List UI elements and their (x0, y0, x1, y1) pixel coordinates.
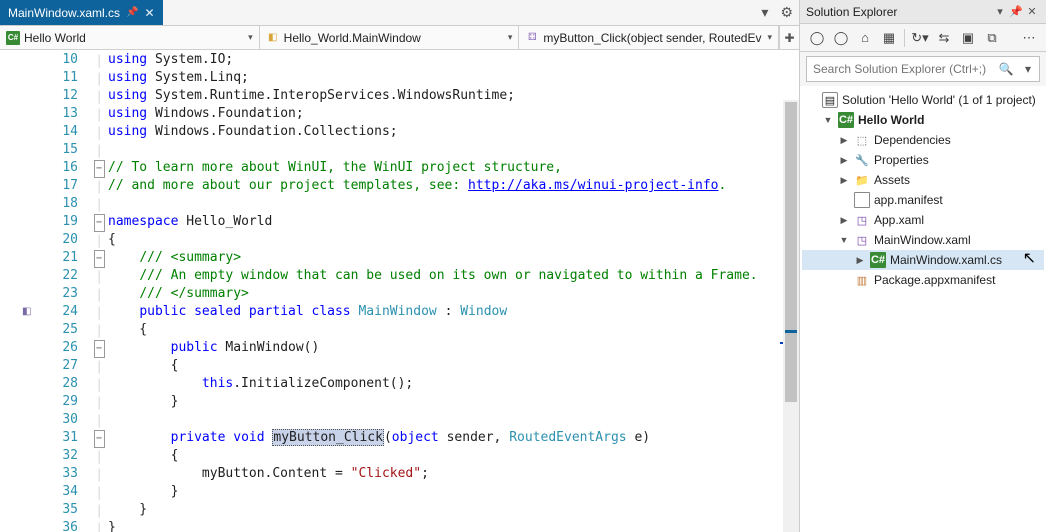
tree-label: Hello World (858, 113, 924, 127)
search-options-icon[interactable]: ▾ (1017, 62, 1039, 76)
tree-node[interactable]: ▼ ◳ MainWindow.xaml (802, 230, 1044, 250)
back-button[interactable]: ◯ (806, 27, 828, 49)
chevron-down-icon: ▾ (248, 32, 253, 43)
expand-closed-icon[interactable]: ▶ (838, 155, 850, 166)
close-icon[interactable]: ✕ (1024, 5, 1040, 18)
solution-explorer: Solution Explorer ▾ 📌 ✕ ◯ ◯ ⌂ ▦ ↻▾ ⇆ ▣ ⧉… (800, 0, 1046, 532)
tree-node[interactable]: ▥ Package.appxmanifest (802, 270, 1044, 290)
crumb-member[interactable]: ⚃ myButton_Click(object sender, RoutedEv… (519, 26, 779, 49)
tree-node[interactable]: ▶ 🔧 Properties (802, 150, 1044, 170)
sln-icon: ▤ (822, 92, 838, 108)
fold-toggle[interactable]: − (94, 430, 105, 448)
expand-closed-icon[interactable]: ▶ (838, 215, 850, 226)
navigation-bar: C# Hello World ▾ ◧ Hello_World.MainWindo… (0, 26, 799, 50)
crumb-label: myButton_Click(object sender, RoutedEv (543, 31, 761, 45)
crumb-project[interactable]: C# Hello World ▾ (0, 26, 260, 49)
fold-toggle[interactable]: − (94, 340, 105, 358)
indicator-margin: ◧ (0, 50, 38, 532)
crumb-label: Hello_World.MainWindow (284, 31, 421, 45)
prop-icon: 🔧 (854, 152, 870, 168)
csharp-icon: C# (6, 31, 20, 45)
tree-label: Package.appxmanifest (874, 273, 995, 287)
expand-closed-icon[interactable]: ▶ (838, 135, 850, 146)
tree-node[interactable]: ▤ Solution 'Hello World' (1 of 1 project) (802, 90, 1044, 110)
tree-node[interactable]: ▶ 📁 Assets (802, 170, 1044, 190)
solution-toolbar: ◯ ◯ ⌂ ▦ ↻▾ ⇆ ▣ ⧉ ⋯ (800, 24, 1046, 52)
pending-changes-button[interactable]: ↻▾ (909, 27, 931, 49)
expand-closed-icon[interactable]: ▶ (854, 255, 866, 266)
tree-node[interactable]: ▶ ◳ App.xaml (802, 210, 1044, 230)
expand-open-icon[interactable]: ▼ (838, 235, 850, 245)
tree-label: Assets (874, 173, 910, 187)
search-input[interactable] (807, 62, 995, 76)
xaml-icon: ◳ (854, 212, 870, 228)
scroll-mark (785, 330, 797, 333)
chevron-down-icon: ▾ (767, 32, 772, 43)
editor-tab[interactable]: MainWindow.xaml.cs 📌 ✕ (0, 0, 163, 25)
crumb-label: Hello World (24, 31, 86, 45)
crumb-class[interactable]: ◧ Hello_World.MainWindow ▾ (260, 26, 520, 49)
outlining-margin[interactable]: ││││││−││−│−││││−││││−││││││ (90, 50, 108, 532)
code-editor[interactable]: ◧ 10111213141516171819202122232425262728… (0, 50, 799, 532)
preview-toggle-icon[interactable]: ▾ (755, 4, 774, 21)
pin-icon[interactable]: 📌 (1008, 5, 1024, 18)
line-number-gutter: 1011121314151617181920212223242526272829… (38, 50, 90, 532)
code-text[interactable]: using System.IO;using System.Linq;using … (108, 50, 799, 532)
cs-icon: C# (870, 252, 886, 268)
expand-closed-icon[interactable]: ▶ (838, 175, 850, 186)
chevron-down-icon: ▾ (508, 32, 513, 43)
tree-node[interactable]: ▼ C# Hello World (802, 110, 1044, 130)
settings-icon[interactable]: ⚙ (774, 4, 799, 21)
method-icon: ⚃ (525, 31, 539, 45)
xaml-icon: ◳ (854, 232, 870, 248)
tree-label: MainWindow.xaml (874, 233, 971, 247)
editor-pane: MainWindow.xaml.cs 📌 ✕ ▾ ⚙ C# Hello Worl… (0, 0, 800, 532)
more-options-button[interactable]: ⋯ (1018, 27, 1040, 49)
expand-open-icon[interactable]: ▼ (822, 115, 834, 125)
split-editor-button[interactable]: ✚ (779, 26, 799, 49)
bookmark-icon: ◧ (22, 306, 31, 317)
pkg-icon: ▥ (854, 272, 870, 288)
sync-button[interactable]: ⇆ (933, 27, 955, 49)
tab-title: MainWindow.xaml.cs (8, 6, 120, 20)
close-icon[interactable]: ✕ (144, 6, 154, 20)
pin-icon[interactable]: 📌 (126, 7, 138, 18)
tree-label: Solution 'Hello World' (1 of 1 project) (842, 93, 1036, 107)
fold-toggle[interactable]: − (94, 214, 105, 232)
tree-node[interactable]: ▶ ⬚ Dependencies (802, 130, 1044, 150)
switch-views-button[interactable]: ▦ (878, 27, 900, 49)
tree-label: App.xaml (874, 213, 924, 227)
ref-icon: ⬚ (854, 132, 870, 148)
solution-tree[interactable]: ▤ Solution 'Hello World' (1 of 1 project)… (800, 86, 1046, 532)
panel-title: Solution Explorer (806, 5, 992, 19)
show-all-files-button[interactable]: ▣ (957, 27, 979, 49)
scrollbar-thumb[interactable] (785, 102, 797, 402)
tree-label: Dependencies (874, 133, 951, 147)
cs-icon: C# (838, 112, 854, 128)
fold-toggle[interactable]: − (94, 250, 105, 268)
collapse-all-button[interactable]: ⧉ (981, 27, 1003, 49)
vertical-scrollbar[interactable] (783, 100, 799, 532)
window-options-icon[interactable]: ▾ (992, 5, 1008, 18)
solution-search[interactable]: 🔍 ▾ (806, 56, 1040, 82)
tree-label: app.manifest (874, 193, 943, 207)
home-button[interactable]: ⌂ (854, 27, 876, 49)
tree-label: Properties (874, 153, 929, 167)
tree-node[interactable]: ▶ C# MainWindow.xaml.cs (802, 250, 1044, 270)
forward-button[interactable]: ◯ (830, 27, 852, 49)
tree-node[interactable]: app.manifest (802, 190, 1044, 210)
tree-label: MainWindow.xaml.cs (890, 253, 1002, 267)
tab-bar: MainWindow.xaml.cs 📌 ✕ ▾ ⚙ (0, 0, 799, 26)
panel-titlebar[interactable]: Solution Explorer ▾ 📌 ✕ (800, 0, 1046, 24)
search-icon[interactable]: 🔍 (995, 62, 1017, 76)
fold-toggle[interactable]: − (94, 160, 105, 178)
class-icon: ◧ (266, 31, 280, 45)
file-icon (854, 192, 870, 208)
fold-icon: 📁 (854, 172, 870, 188)
